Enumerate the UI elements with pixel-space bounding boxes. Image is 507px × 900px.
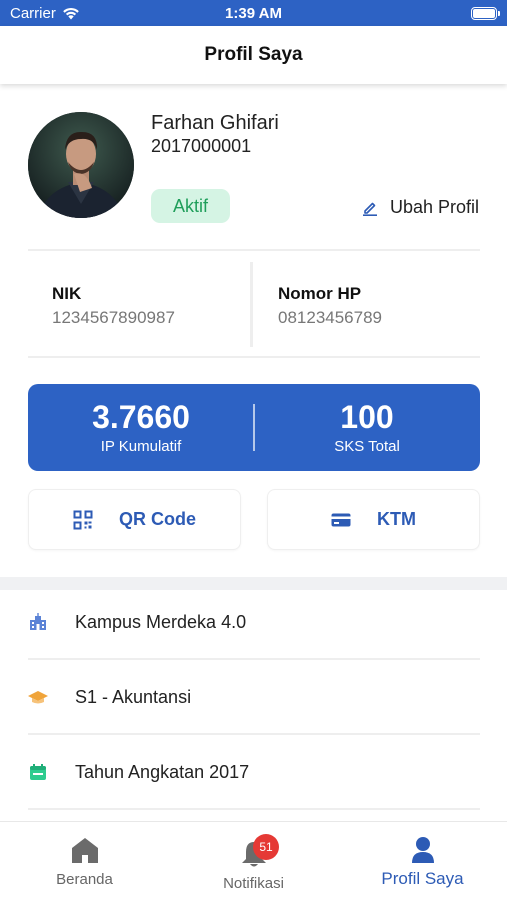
tab-notifications-label: Notifikasi [223, 875, 284, 892]
home-icon [0, 836, 169, 866]
status-bar: Carrier 1:39 AM [0, 0, 507, 26]
list-item-program: S1 - Akuntansi [28, 660, 480, 734]
graduation-cap-icon [28, 687, 48, 707]
nik-label: NIK [52, 284, 82, 303]
student-id: 2017000001 [151, 136, 252, 156]
ktm-label: KTM [377, 509, 416, 529]
academic-stats-card: 3.7660 IP Kumulatif 100 SKS Total [28, 384, 480, 471]
battery-icon [471, 7, 500, 20]
ktm-button[interactable]: KTM [267, 489, 480, 550]
nik-info: NIK 1234567890987 [52, 284, 175, 328]
bottom-tab-bar: Beranda 51 Notifikasi Profil Saya [0, 821, 507, 900]
tab-home[interactable]: Beranda [0, 822, 169, 900]
gpa-label: IP Kumulatif [100, 438, 182, 455]
sks-label: SKS Total [334, 438, 400, 455]
nik-value: 1234567890987 [52, 308, 175, 327]
list-item-batch-year: Tahun Angkatan 2017 [28, 735, 480, 809]
vertical-divider [250, 262, 253, 347]
phone-label: Nomor HP [278, 284, 362, 303]
divider [28, 249, 480, 251]
program-label: S1 - Akuntansi [75, 686, 192, 707]
id-card-icon [331, 513, 351, 526]
phone-value: 08123456789 [278, 308, 383, 327]
campus-building-icon [28, 612, 48, 632]
tab-home-label: Beranda [56, 871, 113, 888]
gpa-stat: 3.7660 IP Kumulatif [28, 400, 254, 455]
tab-profile-label: Profil Saya [381, 869, 464, 888]
avatar [28, 112, 134, 218]
qr-code-label: QR Code [118, 509, 196, 529]
edit-profile-button[interactable]: Ubah Profil [362, 197, 479, 218]
list-item-campus: Kampus Merdeka 4.0 [28, 585, 480, 659]
sks-stat: 100 SKS Total [254, 400, 480, 455]
edit-profile-label: Ubah Profil [389, 197, 479, 217]
notification-count-badge: 51 [253, 834, 279, 860]
batch-year-label: Tahun Angkatan 2017 [75, 761, 250, 782]
app-header: Profil Saya [0, 26, 507, 84]
divider [28, 808, 480, 810]
clock: 1:39 AM [225, 5, 282, 22]
phone-info: Nomor HP 08123456789 [278, 284, 382, 328]
qr-code-button[interactable]: QR Code [28, 489, 241, 550]
tab-profile[interactable]: Profil Saya [338, 822, 507, 900]
page-title: Profil Saya [204, 44, 303, 65]
sks-value: 100 [340, 399, 394, 435]
pencil-icon [362, 202, 377, 216]
status-badge: Aktif [151, 189, 230, 223]
gpa-value: 3.7660 [92, 399, 190, 435]
user-icon [338, 836, 507, 866]
divider [28, 356, 480, 358]
tab-notifications[interactable]: 51 Notifikasi [169, 822, 338, 900]
calendar-icon [28, 762, 48, 782]
profile-name: Farhan Ghifari [151, 112, 279, 134]
campus-label: Kampus Merdeka 4.0 [75, 611, 247, 632]
qr-code-icon [73, 510, 93, 529]
